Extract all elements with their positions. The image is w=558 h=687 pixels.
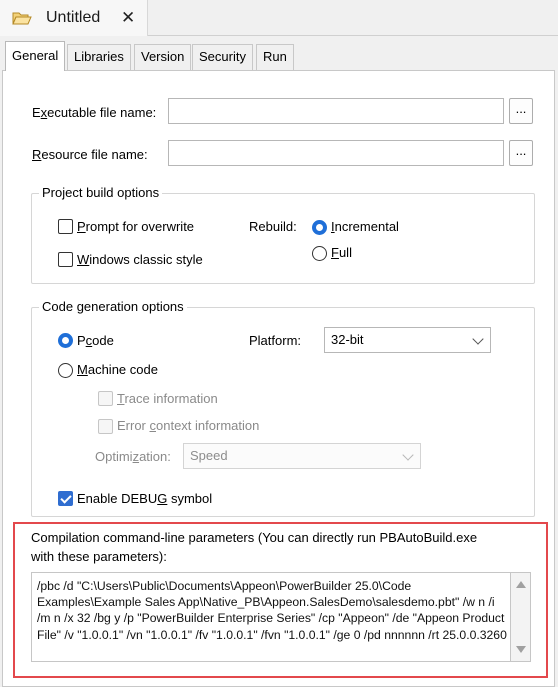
optimization-label: Optimization: — [95, 449, 171, 464]
windows-classic-checkbox[interactable] — [58, 252, 73, 267]
property-tabs: General Libraries Version Security Run — [0, 38, 558, 71]
windows-classic-label: Windows classic style — [77, 252, 203, 267]
optimization-value: Speed — [190, 448, 228, 463]
executable-file-label: Executable file name: — [32, 105, 157, 120]
enable-debug-label: Enable DEBUG symbol — [77, 491, 213, 506]
code-generation-options-title: Code generation options — [39, 299, 187, 314]
platform-label: Platform: — [249, 333, 302, 348]
compilation-parameters-textarea[interactable]: /pbc /d "C:\Users\Public\Documents\Appeo… — [31, 572, 511, 662]
project-build-options-title: Project build options — [39, 185, 163, 200]
chevron-down-icon — [402, 449, 414, 461]
compilation-label-line1: Compilation command-line parameters (You… — [31, 530, 478, 545]
trace-information-checkbox[interactable] — [98, 391, 113, 406]
error-context-checkbox[interactable] — [98, 419, 113, 434]
enable-debug-checkbox[interactable] — [58, 491, 73, 506]
tab-run[interactable]: Run — [256, 44, 294, 70]
folder-open-icon — [12, 12, 32, 25]
trace-information-label: Trace information — [117, 391, 218, 406]
chevron-down-icon — [472, 333, 484, 345]
tab-libraries[interactable]: Libraries — [67, 44, 131, 70]
rebuild-label: Rebuild: — [249, 219, 297, 234]
tab-security[interactable]: Security — [192, 44, 253, 70]
optimization-select[interactable]: Speed — [183, 443, 421, 469]
error-context-label: Error context information — [117, 418, 260, 433]
executable-browse-button[interactable]: ... — [509, 98, 533, 124]
machine-code-label: Machine code — [77, 362, 158, 377]
scroll-down-icon[interactable] — [516, 646, 526, 653]
document-tab-strip: Untitled ✕ — [0, 0, 558, 36]
document-title: Untitled — [46, 9, 101, 26]
executable-file-input[interactable] — [168, 98, 504, 124]
prompt-overwrite-checkbox[interactable] — [58, 219, 73, 234]
incremental-radio[interactable] — [312, 220, 327, 235]
pcode-radio[interactable] — [58, 333, 73, 348]
full-label: Full — [331, 245, 352, 260]
parameters-scrollbar[interactable] — [511, 572, 531, 662]
compilation-parameters-section: Compilation command-line parameters (You… — [13, 522, 548, 678]
platform-value: 32-bit — [331, 332, 364, 347]
resource-file-label: Resource file name: — [32, 147, 148, 162]
pcode-label: Pcode — [77, 333, 114, 348]
machine-code-radio[interactable] — [58, 363, 73, 378]
scroll-up-icon[interactable] — [516, 581, 526, 588]
close-tab-button[interactable]: ✕ — [121, 8, 135, 28]
prompt-overwrite-label: Prompt for overwrite — [77, 219, 195, 234]
resource-browse-button[interactable]: ... — [509, 140, 533, 166]
document-tab-untitled[interactable]: Untitled ✕ — [0, 0, 148, 36]
incremental-label: Incremental — [331, 219, 399, 234]
platform-select[interactable]: 32-bit — [324, 327, 491, 353]
tab-version[interactable]: Version — [134, 44, 192, 70]
tab-general[interactable]: General — [5, 41, 66, 71]
project-build-options-group — [31, 193, 535, 284]
full-radio[interactable] — [312, 246, 327, 261]
resource-file-input[interactable] — [168, 140, 504, 166]
compilation-label-line2: with these parameters): — [31, 549, 167, 564]
